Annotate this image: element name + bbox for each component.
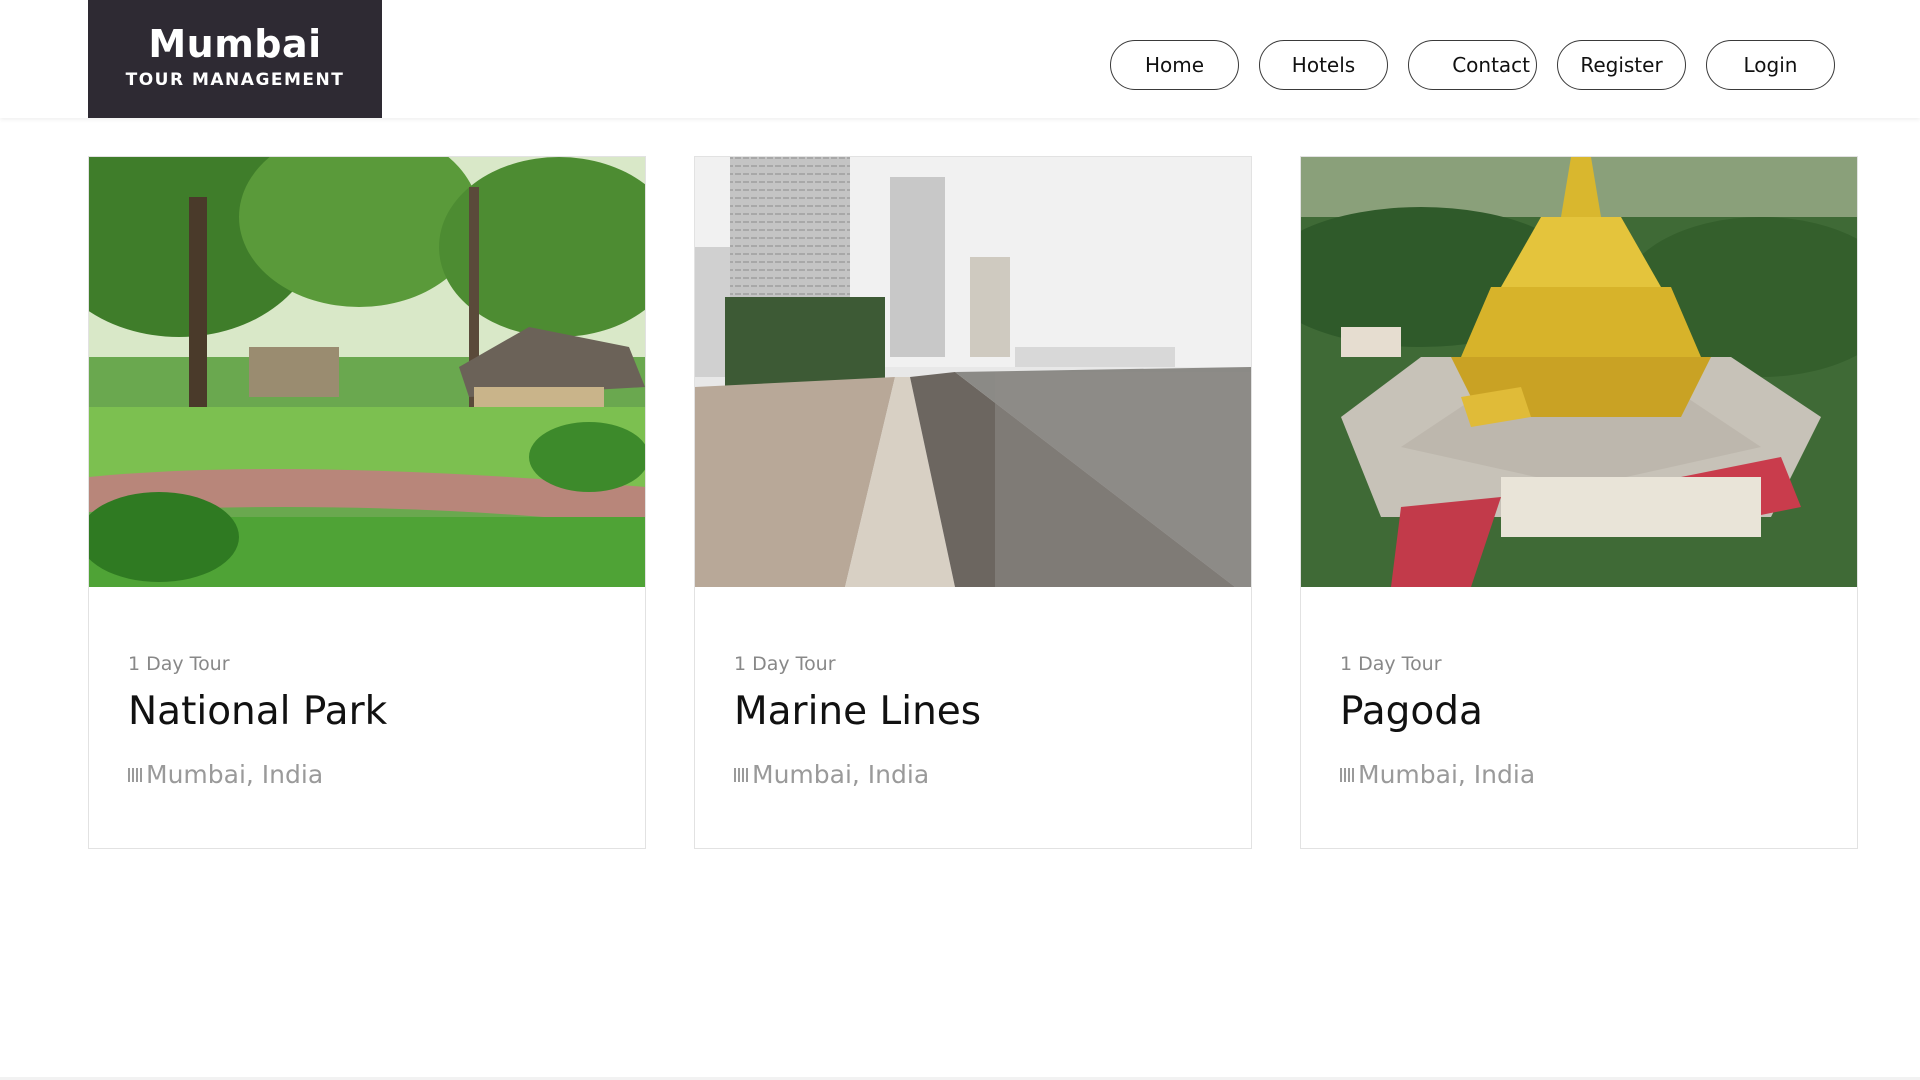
nav-register-button[interactable]: Register	[1557, 40, 1686, 90]
park-photo[interactable]	[89, 157, 645, 587]
tour-location: Mumbai, India	[734, 760, 929, 789]
seafront-image	[695, 157, 1251, 587]
site-header: Mumbai TOUR MANAGEMENT Home Hotels Conta…	[0, 0, 1920, 118]
logo-title: Mumbai	[148, 22, 322, 66]
logo-subtitle: TOUR MANAGEMENT	[125, 70, 345, 90]
seafront-photo[interactable]	[695, 157, 1251, 587]
tour-duration: 1 Day Tour	[1340, 653, 1442, 675]
tour-location-text: Mumbai, India	[752, 760, 930, 789]
nav-home-button[interactable]: Home	[1110, 40, 1239, 90]
tour-title[interactable]: Marine Lines	[734, 689, 981, 734]
tour-location: Mumbai, India	[1340, 760, 1535, 789]
tour-title[interactable]: National Park	[128, 689, 387, 734]
tour-card-national-park[interactable]: 1 Day Tour National Park Mumbai, India	[88, 156, 646, 849]
tour-title[interactable]: Pagoda	[1340, 689, 1483, 734]
tour-card-marine-lines[interactable]: 1 Day Tour Marine Lines Mumbai, India	[694, 156, 1252, 849]
park-image	[89, 157, 645, 587]
tour-duration: 1 Day Tour	[128, 653, 230, 675]
location-icon	[734, 767, 750, 782]
tour-location-text: Mumbai, India	[146, 760, 324, 789]
site-logo[interactable]: Mumbai TOUR MANAGEMENT	[88, 0, 382, 118]
nav-hotels-button[interactable]: Hotels	[1259, 40, 1388, 90]
tour-duration: 1 Day Tour	[734, 653, 836, 675]
pagoda-photo[interactable]	[1301, 157, 1857, 587]
pagoda-image	[1301, 157, 1857, 587]
nav-login-button[interactable]: Login	[1706, 40, 1835, 90]
location-icon	[1340, 767, 1356, 782]
tour-location: Mumbai, India	[128, 760, 323, 789]
tour-location-text: Mumbai, India	[1358, 760, 1536, 789]
nav-contact-button[interactable]: Contact	[1408, 40, 1537, 90]
tour-card-pagoda[interactable]: 1 Day Tour Pagoda Mumbai, India	[1300, 156, 1858, 849]
location-icon	[128, 767, 144, 782]
